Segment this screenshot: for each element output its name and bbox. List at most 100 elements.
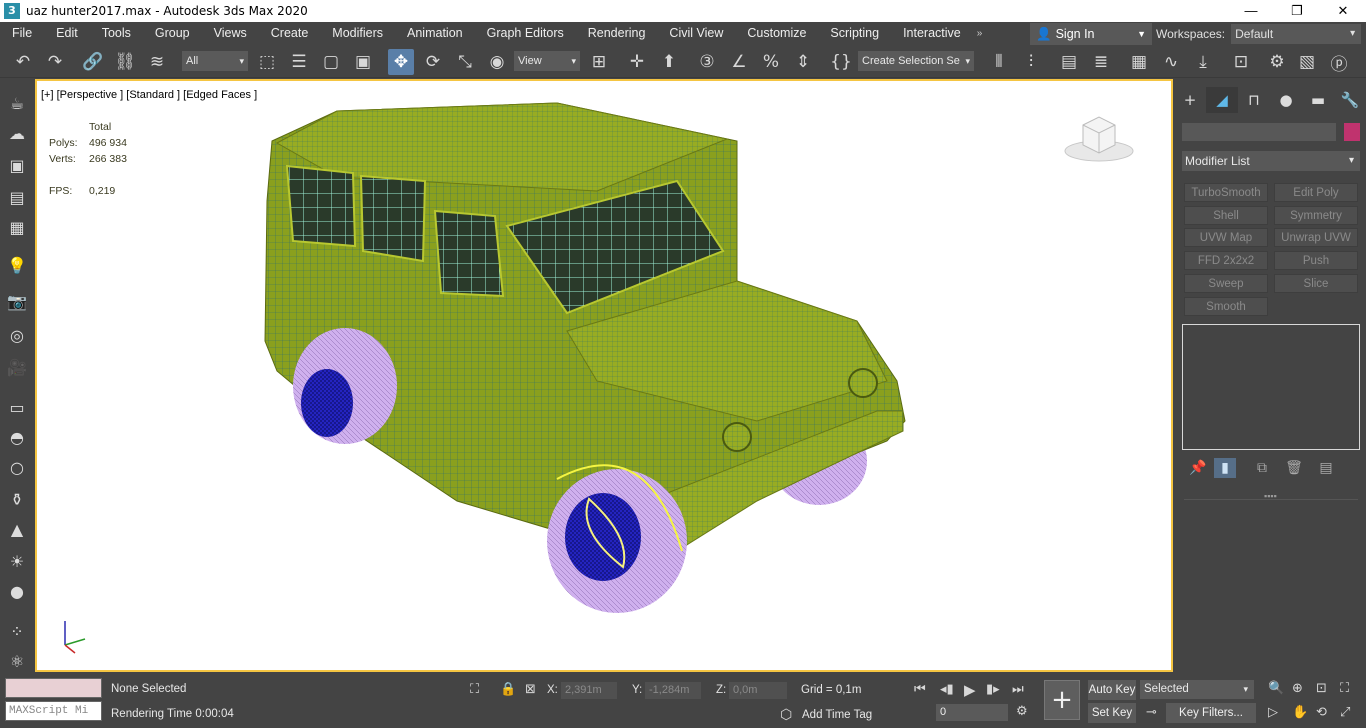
edit-named-selection-icon[interactable]: {} xyxy=(828,49,854,75)
window-crossing-icon[interactable]: ▣ xyxy=(350,49,376,75)
cone-primitive-icon[interactable]: ▲ xyxy=(4,516,30,542)
add-time-tag-button[interactable]: Add Time Tag xyxy=(802,709,872,721)
app-icon[interactable]: 3 xyxy=(4,3,20,19)
isolate-selection-icon[interactable]: ⛶ xyxy=(470,682,479,697)
go-to-start-icon[interactable]: ⏮ xyxy=(914,682,926,697)
particle-grid-icon[interactable]: ⁘ xyxy=(4,618,30,644)
menu-overflow-button[interactable]: » xyxy=(965,22,989,45)
menu-animation[interactable]: Animation xyxy=(395,22,475,45)
zoom-icon[interactable]: 🔍 xyxy=(1268,681,1284,696)
render-production-icon[interactable]: ⓟ xyxy=(1326,49,1352,75)
list-panel-icon[interactable]: ▤ xyxy=(4,184,30,210)
modifier-edit-poly-button[interactable]: Edit Poly xyxy=(1274,183,1358,202)
maximize-viewport-icon[interactable]: ⤢ xyxy=(1340,705,1350,720)
configure-modifier-sets-icon[interactable]: ▤ xyxy=(1310,460,1342,476)
modifier-list-dropdown[interactable]: Modifier List xyxy=(1182,151,1360,171)
menu-file[interactable]: File xyxy=(0,22,44,45)
go-to-end-icon[interactable]: ⏭ xyxy=(1012,682,1024,697)
object-color-swatch[interactable] xyxy=(1344,123,1360,141)
render-setup-icon[interactable]: ⚙ xyxy=(1264,49,1290,75)
scene-explorer-icon[interactable]: ▤ xyxy=(1056,49,1082,75)
snaps-toggle-icon[interactable]: ③ xyxy=(694,49,720,75)
maxscript-mini-listener[interactable]: MAXScript Mi xyxy=(5,701,102,721)
object-name-field[interactable] xyxy=(1182,123,1336,141)
minimize-button[interactable]: — xyxy=(1228,0,1274,22)
maxscript-listener-output[interactable] xyxy=(5,678,102,698)
disc-icon[interactable]: ● xyxy=(4,578,30,604)
auto-key-button[interactable]: Auto Key xyxy=(1088,680,1136,700)
make-unique-icon[interactable]: ⧉ xyxy=(1246,460,1278,476)
curve-editor-icon[interactable]: ∿ xyxy=(1158,49,1184,75)
modifier-smooth-button[interactable]: Smooth xyxy=(1184,297,1268,316)
unlink-icon[interactable]: ⛓ xyxy=(112,49,138,75)
undo-icon[interactable]: ↶ xyxy=(10,49,36,75)
spinner-snap-icon[interactable]: ⇕ xyxy=(790,49,816,75)
pin-stack-icon[interactable]: 📌 xyxy=(1182,460,1214,476)
menu-scripting[interactable]: Scripting xyxy=(818,22,891,45)
render-camera-icon[interactable]: ◎ xyxy=(4,322,30,348)
modifier-symmetry-button[interactable]: Symmetry xyxy=(1274,206,1358,225)
field-of-view-icon[interactable]: ▷ xyxy=(1268,705,1278,720)
ribbon-toggle-icon[interactable]: ▦ xyxy=(1126,49,1152,75)
absolute-mode-icon[interactable]: ⊠ xyxy=(525,682,536,697)
keyboard-shortcut-override-icon[interactable]: ⬆ xyxy=(656,49,682,75)
light-bulb-icon[interactable]: 💡 xyxy=(4,252,30,278)
molecule-icon[interactable]: ⚛ xyxy=(4,648,30,674)
image-icon[interactable]: ▣ xyxy=(4,152,30,178)
workspaces-dropdown[interactable]: Default xyxy=(1231,24,1362,44)
zoom-extents-icon[interactable]: ⊡ xyxy=(1316,681,1327,696)
modifier-ffd-button[interactable]: FFD 2x2x2 xyxy=(1184,251,1268,270)
modifier-uvw-map-button[interactable]: UVW Map xyxy=(1184,228,1268,247)
display-tab-icon[interactable]: ▬ xyxy=(1302,87,1334,113)
grid-panel-icon[interactable]: ▦ xyxy=(4,214,30,240)
menu-edit[interactable]: Edit xyxy=(44,22,90,45)
align-icon[interactable]: ⫶ xyxy=(1018,49,1044,75)
utilities-tab-icon[interactable]: 🔧 xyxy=(1334,87,1366,113)
percent-snap-icon[interactable]: % xyxy=(758,49,784,75)
current-frame-field[interactable]: 0 xyxy=(936,704,1008,721)
select-by-name-icon[interactable]: ☰ xyxy=(286,49,312,75)
previous-frame-icon[interactable]: ◂▮ xyxy=(940,682,954,697)
set-key-button[interactable]: Set Key xyxy=(1088,703,1136,723)
next-frame-icon[interactable]: ▮▸ xyxy=(986,682,1000,697)
menu-modifiers[interactable]: Modifiers xyxy=(320,22,395,45)
bind-space-warp-icon[interactable]: ≋ xyxy=(144,49,170,75)
menu-tools[interactable]: Tools xyxy=(90,22,143,45)
create-tab-icon[interactable]: + xyxy=(1174,87,1206,113)
rendered-frame-window-icon[interactable]: ▧ xyxy=(1294,49,1320,75)
modifier-stack-list[interactable] xyxy=(1182,324,1360,450)
key-mode-dropdown[interactable]: Selected xyxy=(1140,680,1254,699)
motion-tab-icon[interactable]: ● xyxy=(1270,87,1302,113)
move-icon[interactable]: ✥ xyxy=(388,49,414,75)
select-object-icon[interactable]: ⬚ xyxy=(254,49,280,75)
time-configuration-icon[interactable]: ⚙ xyxy=(1016,704,1028,719)
selection-lock-icon[interactable]: 🔒 xyxy=(500,682,516,697)
z-coordinate-field[interactable]: 0,0m xyxy=(729,682,787,699)
key-filter-icon[interactable]: ⊸ xyxy=(1146,705,1157,720)
pivot-center-icon[interactable]: ⊞ xyxy=(586,49,612,75)
modifier-turbosmooth-button[interactable]: TurboSmooth xyxy=(1184,183,1268,202)
x-coordinate-field[interactable]: 2,391m xyxy=(561,682,617,699)
zoom-all-icon[interactable]: ⊕ xyxy=(1292,681,1303,696)
rectangular-selection-icon[interactable]: ▢ xyxy=(318,49,344,75)
named-selection-dropdown[interactable]: Create Selection Se xyxy=(858,51,974,71)
y-coordinate-field[interactable]: -1,284m xyxy=(645,682,701,699)
pan-icon[interactable]: ✋ xyxy=(1292,705,1308,720)
scale-icon[interactable]: ⤡ xyxy=(452,49,478,75)
schematic-view-icon[interactable]: ⤓ xyxy=(1190,49,1216,75)
close-button[interactable]: ✕ xyxy=(1320,0,1366,22)
sphere-primitive-icon[interactable]: ○ xyxy=(4,454,30,480)
menu-group[interactable]: Group xyxy=(143,22,202,45)
redo-icon[interactable]: ↷ xyxy=(42,49,68,75)
rotate-icon[interactable]: ⟳ xyxy=(420,49,446,75)
menu-interactive[interactable]: Interactive xyxy=(891,22,973,45)
restore-button[interactable]: ❐ xyxy=(1274,0,1320,22)
show-end-result-icon[interactable]: ▮ xyxy=(1214,458,1236,478)
menu-customize[interactable]: Customize xyxy=(735,22,818,45)
sun-icon[interactable]: ☀ xyxy=(4,548,30,574)
select-manipulate-icon[interactable]: ✛ xyxy=(624,49,650,75)
key-filters-button[interactable]: Key Filters... xyxy=(1166,703,1256,723)
sign-in-dropdown[interactable]: 👤 Sign In ▼ xyxy=(1030,23,1152,45)
angle-snap-icon[interactable]: ∠ xyxy=(726,49,752,75)
dome-primitive-icon[interactable]: ◓ xyxy=(4,424,30,450)
